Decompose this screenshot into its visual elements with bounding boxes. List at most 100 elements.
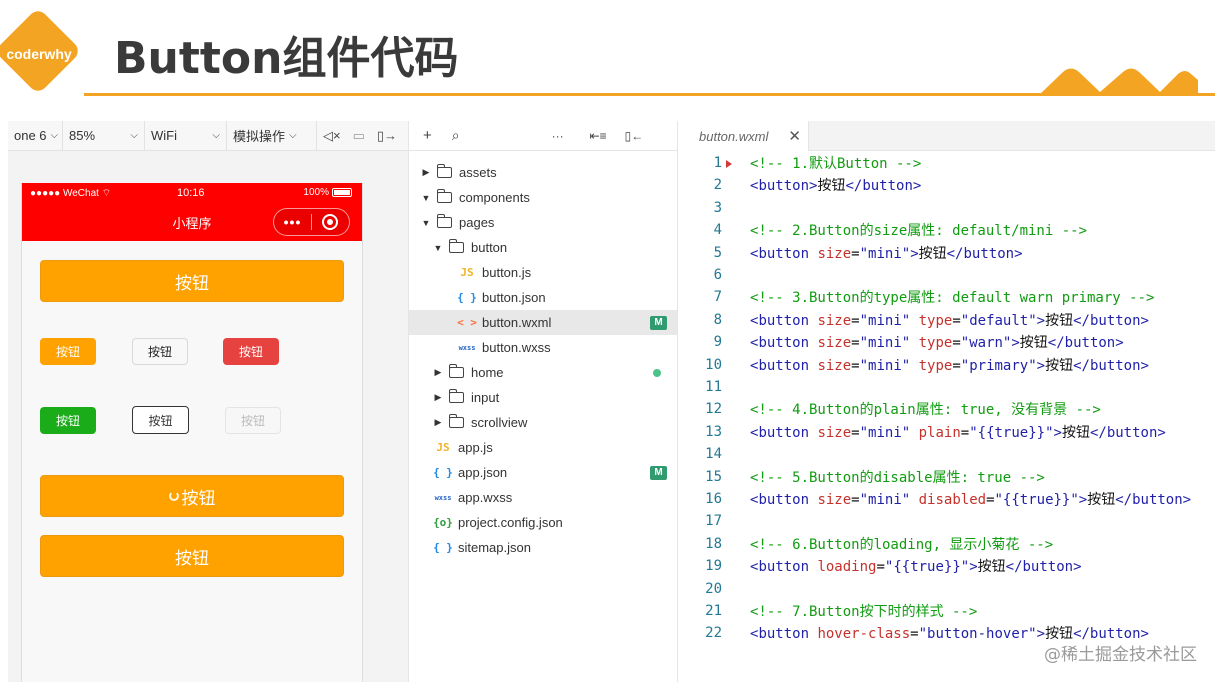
network-select[interactable]: WiFi ⌵ <box>145 121 227 150</box>
file-tree-item-label: home <box>471 365 504 380</box>
file-tree-item[interactable]: { } sitemap.json <box>409 535 677 560</box>
line-number: 2 <box>713 177 722 194</box>
zoom-select[interactable]: 85% ⌵ <box>63 121 145 150</box>
split-panel-icon[interactable]: ▯← <box>625 129 644 143</box>
type-default-button[interactable]: 按钮 <box>132 338 188 365</box>
close-target-icon[interactable] <box>312 214 349 230</box>
carrier-label: ●●●●● WeChat <box>30 188 99 199</box>
line-number: 20 <box>705 580 722 597</box>
file-tree-item-label: button.wxss <box>482 340 551 355</box>
add-icon[interactable]: + <box>423 127 432 144</box>
line-number: 7 <box>713 289 722 306</box>
file-tree-item[interactable]: {o} project.config.json <box>409 510 677 535</box>
tab-label: button.wxml <box>699 128 769 144</box>
file-tree-item[interactable]: wxss app.wxss <box>409 485 677 510</box>
line-number: 16 <box>705 491 722 507</box>
type-warn-button[interactable]: 按钮 <box>223 338 279 365</box>
line-number: 4 <box>713 222 722 239</box>
disabled-button: 按钮 <box>225 407 281 434</box>
loading-button[interactable]: 按钮 <box>40 475 344 517</box>
line-number: 17 <box>705 513 722 530</box>
file-tree-item-label: scrollview <box>471 415 528 430</box>
file-tree-item[interactable]: ▶ home <box>409 360 677 385</box>
mini-size-button[interactable]: 按钮 <box>40 338 96 365</box>
tab-button-wxml[interactable]: button.wxml ✕ <box>679 121 809 151</box>
simulate-operation-select[interactable]: 模拟操作 ⌵ <box>227 121 317 150</box>
close-icon[interactable]: ✕ <box>788 127 801 145</box>
search-icon[interactable]: ⌕ <box>452 127 460 144</box>
code-line: 11 <box>679 376 1215 398</box>
file-tree-item-label: app.wxss <box>458 490 513 505</box>
code-line: 4 <!-- 2.Button的size属性: default/mini --> <box>679 219 1215 241</box>
file-tree-item-label: app.json <box>458 465 508 480</box>
code-line: 8 <button size="mini" type="default">按钮</… <box>679 309 1215 331</box>
file-tree-item[interactable]: ▶ scrollview <box>409 410 677 435</box>
folder-icon <box>449 414 464 428</box>
network-select-label: WiFi <box>151 128 177 143</box>
breakpoint-marker-icon <box>726 160 732 168</box>
battery-icon <box>332 188 352 197</box>
file-tree-item[interactable]: < > button.wxml M <box>409 310 677 335</box>
file-tree-item[interactable]: ▼ pages <box>409 210 677 235</box>
file-tree-item[interactable]: JS app.js <box>409 435 677 460</box>
capsule-menu[interactable]: ••• <box>273 208 350 236</box>
file-tree-item[interactable]: { } app.json M <box>409 460 677 485</box>
json-file-icon: { } <box>433 466 453 479</box>
code-text: <button loading="{{true}}">按钮</button> <box>750 559 1082 576</box>
code-line: 2 <button>按钮</button> <box>679 174 1215 196</box>
file-tree-item-label: app.js <box>458 440 493 455</box>
logo-text: coderwhy <box>6 46 72 62</box>
chevron-down-icon: ⌵ <box>212 130 220 141</box>
code-line: 19 <button loading="{{true}}">按钮</button> <box>679 555 1215 577</box>
phone-screen: ●●●●● WeChat ⌔ 10:16 100% 小程序 ••• 按钮 按钮 … <box>21 183 363 682</box>
caret-down-icon[interactable]: ▼ <box>421 218 431 228</box>
code-line: 9 <button size="mini" type="warn">按钮</but… <box>679 331 1215 353</box>
file-tree-item[interactable]: ▶ input <box>409 385 677 410</box>
more-icon[interactable]: ··· <box>552 129 564 143</box>
default-button[interactable]: 按钮 <box>40 260 344 302</box>
line-number: 21 <box>705 603 722 619</box>
device-select-label: one 6 <box>14 128 47 143</box>
caret-down-icon[interactable]: ▼ <box>421 193 431 203</box>
file-tree-item-label: pages <box>459 215 495 230</box>
mountain-decoration-icon <box>1038 68 1198 96</box>
file-tree-item[interactable]: { } button.json <box>409 285 677 310</box>
caret-down-icon[interactable]: ▼ <box>433 243 443 253</box>
caret-right-icon[interactable]: ▶ <box>433 392 443 403</box>
mute-icon[interactable]: ◁× <box>317 128 347 144</box>
file-tree-item[interactable]: ▼ components <box>409 185 677 210</box>
more-dots-icon[interactable]: ••• <box>274 214 311 230</box>
file-tree-item-label: button.json <box>482 290 546 305</box>
device-select[interactable]: one 6 ⌵ <box>8 121 63 150</box>
line-number: 10 <box>705 356 722 373</box>
code-line: 13 <button size="mini" plain="{{true}}">按… <box>679 421 1215 443</box>
type-primary-button[interactable]: 按钮 <box>40 407 96 434</box>
zoom-select-label: 85% <box>69 128 96 143</box>
file-tree-item[interactable]: wxss button.wxss <box>409 335 677 360</box>
line-number: 9 <box>713 334 722 351</box>
detach-icon[interactable]: ▯→ <box>371 128 403 144</box>
screenshot-icon[interactable]: ▭ <box>347 128 371 144</box>
file-tree-item[interactable]: JS button.js <box>409 260 677 285</box>
collapse-all-icon[interactable]: ⇤≡ <box>590 129 607 143</box>
phone-navigation-bar: ●●●●● WeChat ⌔ 10:16 100% 小程序 ••• <box>22 183 362 241</box>
code-text: <button size="mini">按钮</button> <box>750 245 1023 262</box>
change-dot-icon <box>653 368 661 377</box>
file-tree-item-label: project.config.json <box>458 515 563 530</box>
plain-button[interactable]: 按钮 <box>132 406 189 434</box>
caret-right-icon[interactable]: ▶ <box>433 367 443 378</box>
file-tree-item[interactable]: ▶ assets <box>409 160 677 185</box>
editor-tab-bar: button.wxml ✕ <box>679 121 1215 151</box>
caret-right-icon[interactable]: ▶ <box>433 417 443 428</box>
hover-class-button[interactable]: 按钮 <box>40 535 344 577</box>
file-tree-item[interactable]: ▼ button <box>409 235 677 260</box>
line-number: 8 <box>713 311 722 328</box>
code-line: 20 <box>679 578 1215 600</box>
code-line: 6 <box>679 264 1215 286</box>
code-line: 15 <!-- 5.Button的disable属性: true --> <box>679 466 1215 488</box>
file-explorer: + ⌕ ··· ⇤≡ ▯← ▶ assets ▼ components ▼ pages ▼ b… <box>408 121 678 682</box>
file-tree-item-label: button <box>471 240 508 255</box>
line-number: 19 <box>705 558 722 575</box>
json-file-icon: { } <box>433 541 453 554</box>
caret-right-icon[interactable]: ▶ <box>421 167 431 178</box>
